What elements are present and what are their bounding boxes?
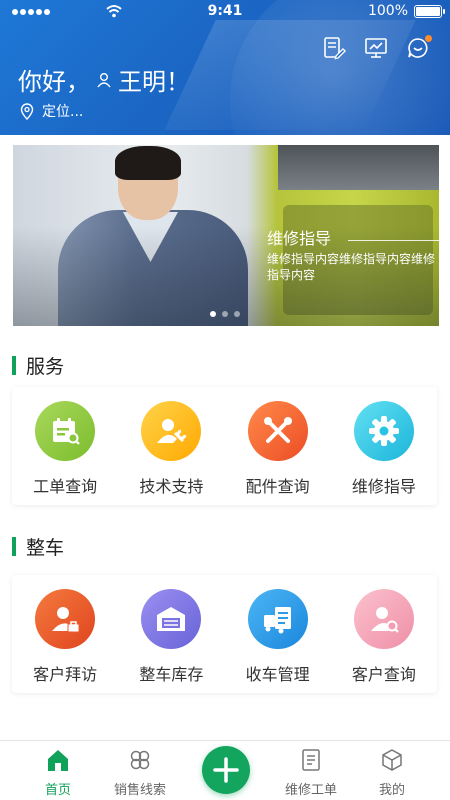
tab-label: 销售线索: [113, 783, 166, 798]
service-tech-support[interactable]: 技术支持: [118, 401, 224, 505]
vehicle-label: 收车管理: [245, 665, 310, 684]
edit-doc-icon[interactable]: [322, 36, 346, 60]
banner-overlay: [13, 145, 439, 326]
vehicles-card: 客户拜访 整车库存 收车管理 客户查询: [12, 575, 437, 693]
box-icon: [382, 749, 402, 771]
home-icon: [48, 750, 68, 771]
section-marker: [12, 537, 16, 556]
tools-icon: [247, 401, 308, 461]
greeting: 你好， 王明！: [18, 62, 190, 97]
vehicle-inventory[interactable]: 整车库存: [118, 589, 224, 693]
tab-sales-leads[interactable]: 销售线索: [100, 741, 180, 800]
banner-divider: [348, 240, 439, 241]
vehicle-customer-query[interactable]: 客户查询: [331, 589, 437, 693]
add-button[interactable]: [202, 746, 250, 794]
status-bar: 9:41 100%: [0, 0, 450, 24]
banner-carousel[interactable]: 维修指导 维修指导内容维修指导内容维修指导内容: [13, 145, 439, 326]
message-icon[interactable]: [406, 35, 432, 60]
vehicle-receiving[interactable]: 收车管理: [225, 589, 331, 693]
vehicle-label: 整车库存: [139, 665, 204, 684]
service-label: 维修指导: [351, 477, 416, 496]
user-wrench-icon: [141, 401, 202, 461]
service-work-order-query[interactable]: 工单查询: [12, 401, 118, 505]
service-label: 配件查询: [245, 477, 310, 496]
tab-mine[interactable]: 我的: [352, 741, 432, 800]
service-repair-guide[interactable]: 维修指导: [331, 401, 437, 505]
location-text: 定位...: [42, 104, 84, 120]
user-briefcase-icon: [35, 589, 96, 649]
service-label: 技术支持: [139, 477, 204, 496]
service-parts-query[interactable]: 配件查询: [225, 401, 331, 505]
battery-icon: [414, 5, 445, 18]
header-actions: [322, 35, 432, 60]
carousel-dot[interactable]: [234, 311, 240, 317]
vehicle-label: 客户查询: [351, 665, 416, 684]
form-icon: [302, 749, 320, 771]
service-label: 工单查询: [33, 477, 98, 496]
section-marker: [12, 356, 16, 375]
services-card: 工单查询 技术支持 配件查询 维修指导: [12, 387, 437, 505]
location-button[interactable]: 定位...: [20, 101, 83, 121]
services-title-text: 服务: [26, 356, 65, 378]
clover-icon: [130, 750, 150, 770]
banner-subtitle: 维修指导内容维修指导内容维修指导内容: [267, 252, 436, 282]
truck-clipboard-icon: [247, 589, 308, 649]
greeting-prefix: 你好，: [18, 68, 90, 96]
vehicles-title-text: 整车: [26, 537, 65, 559]
notification-dot: [425, 35, 432, 42]
location-pin-icon: [20, 102, 34, 120]
vehicles-title: 整车: [12, 533, 64, 560]
tab-home[interactable]: 首页: [18, 741, 98, 800]
plus-icon: [213, 757, 239, 783]
user-icon: [97, 72, 111, 87]
tab-label: 我的: [378, 783, 405, 798]
tab-label: 维修工单: [284, 783, 337, 798]
user-name: 王明！: [118, 68, 190, 96]
warehouse-icon: [141, 589, 202, 649]
carousel-dots: [210, 311, 240, 317]
banner-title: 维修指导: [267, 229, 332, 248]
tab-label: 首页: [44, 783, 71, 798]
carousel-dot[interactable]: [222, 311, 228, 317]
presentation-icon[interactable]: [364, 36, 388, 60]
gear-icon: [353, 401, 414, 461]
carousel-dot[interactable]: [210, 311, 216, 317]
battery-percent: 100%: [367, 3, 408, 19]
calendar-search-icon: [35, 401, 96, 461]
header: 9:41 100% 你好， 王明！ 定位...: [0, 0, 450, 135]
vehicle-customer-visit[interactable]: 客户拜访: [12, 589, 118, 693]
services-title: 服务: [12, 352, 64, 379]
user-search-icon: [353, 589, 414, 649]
tab-repair-orders[interactable]: 维修工单: [271, 741, 351, 800]
vehicle-label: 客户拜访: [33, 665, 98, 684]
